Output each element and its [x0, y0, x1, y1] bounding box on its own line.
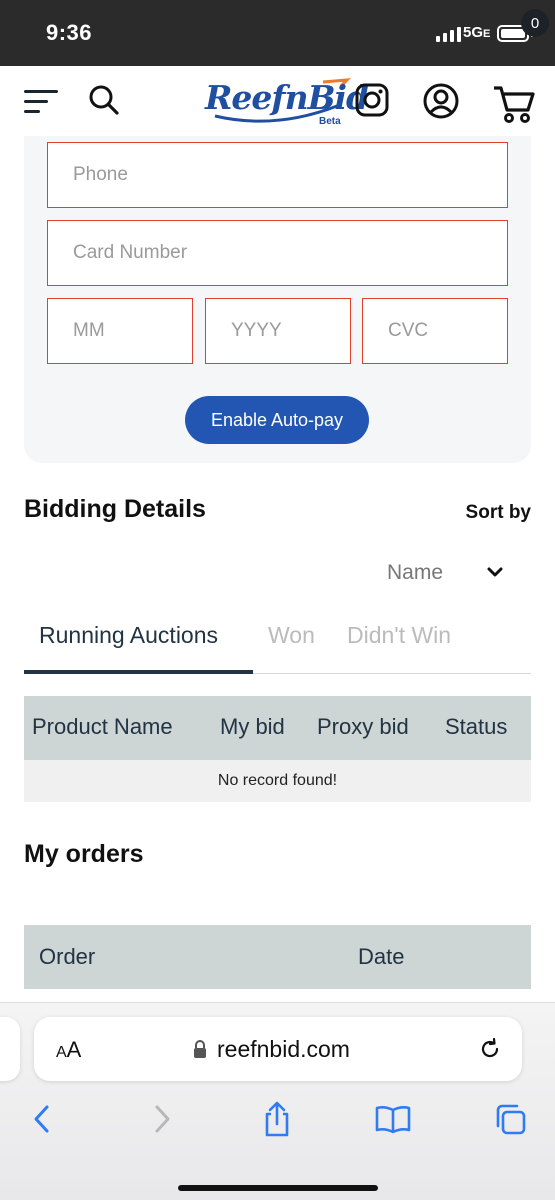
card-number-field[interactable]: Card Number	[47, 220, 508, 286]
logo-wordmark: ReefnBid	[205, 78, 369, 117]
browser-nav	[0, 1099, 555, 1143]
cart-icon[interactable]	[492, 78, 536, 124]
search-icon[interactable]	[88, 84, 120, 116]
column-header: Status	[445, 714, 508, 739]
sort-by-label: Sort by	[465, 502, 531, 523]
column-header: Product Name	[32, 714, 173, 739]
reload-icon[interactable]	[478, 1037, 502, 1061]
signal-icon	[436, 26, 461, 42]
account-icon[interactable]	[422, 82, 460, 120]
cart-count-badge: 0	[521, 9, 549, 37]
orders-table-header: Order Date	[24, 925, 531, 989]
bidding-details-title: Bidding Details	[24, 495, 206, 523]
logo-beta-badge: Beta	[319, 116, 341, 127]
tab-running-auctions[interactable]: Running Auctions	[39, 622, 218, 649]
tab-won[interactable]: Won	[268, 622, 315, 649]
bookmarks-icon[interactable]	[373, 1099, 413, 1139]
site-header: ReefnBid Beta 0	[0, 9, 555, 136]
column-header: Proxy bid	[317, 714, 409, 739]
tab-didnt-win[interactable]: Didn't Win	[347, 622, 451, 649]
column-header: Order	[39, 944, 96, 969]
status-time: 9:36	[46, 20, 93, 45]
cvc-field[interactable]: CVC	[362, 298, 508, 364]
back-icon[interactable]	[22, 1099, 62, 1139]
browser-toolbar: AA reefnbid.com	[0, 1002, 555, 1200]
expiry-year-field[interactable]: YYYY	[205, 298, 351, 364]
network-label: 5GE	[463, 24, 491, 41]
expiry-month-field[interactable]: MM	[47, 298, 193, 364]
forward-icon[interactable]	[142, 1099, 182, 1139]
bidding-tabs: Running Auctions Won Didn't Win	[24, 614, 531, 674]
status-bar: 9:36 5GE	[0, 0, 555, 66]
lock-icon	[194, 1040, 206, 1058]
text-size-button[interactable]: AA	[56, 1037, 81, 1063]
site-logo[interactable]: ReefnBid Beta	[205, 72, 369, 132]
payment-form: Phone Card Number MM YYYY CVC Enable Aut…	[24, 136, 531, 463]
bids-table-header: Product Name My bid Proxy bid Status	[24, 696, 531, 760]
menu-icon[interactable]	[24, 90, 58, 114]
empty-state-message: No record found!	[24, 760, 531, 802]
enable-autopay-button[interactable]: Enable Auto-pay	[185, 396, 369, 444]
share-icon[interactable]	[257, 1099, 297, 1139]
address-bar[interactable]: AA reefnbid.com	[34, 1017, 522, 1081]
bids-table: Product Name My bid Proxy bid Status No …	[24, 696, 531, 802]
instagram-icon[interactable]	[354, 82, 390, 118]
tabs-icon[interactable]	[490, 1099, 530, 1139]
chevron-down-icon	[487, 567, 503, 577]
active-tab-indicator	[24, 670, 253, 674]
sort-select[interactable]: Name	[380, 555, 510, 591]
phone-field[interactable]: Phone	[47, 142, 508, 208]
column-header: My bid	[220, 714, 285, 739]
home-indicator	[178, 1185, 378, 1191]
url-text: reefnbid.com	[217, 1036, 350, 1062]
previous-tab-preview[interactable]	[0, 1017, 20, 1081]
column-header: Date	[358, 944, 405, 969]
my-orders-title: My orders	[24, 840, 144, 868]
sort-select-value: Name	[387, 561, 444, 584]
